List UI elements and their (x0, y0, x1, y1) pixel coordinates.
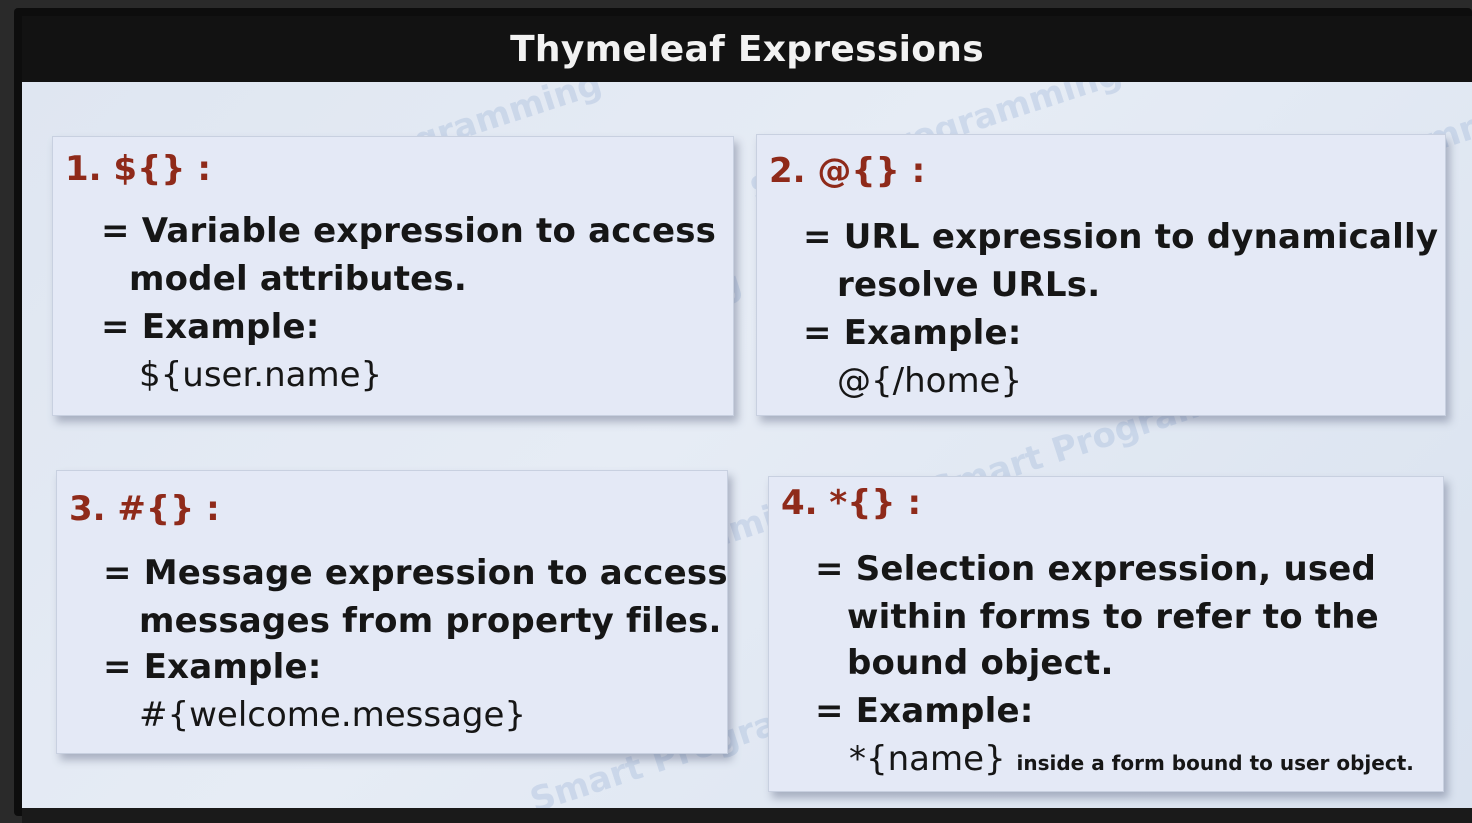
bottom-strip (22, 808, 1472, 823)
example-label: = Example: (101, 307, 320, 347)
card-selection-expression: 4. *{} : = Selection expression, used wi… (768, 476, 1444, 792)
card-description: within forms to refer to the (847, 597, 1379, 637)
card-description: bound object. (847, 643, 1114, 683)
example-code: ${user.name} (139, 355, 383, 395)
example-note: inside a form bound to user object. (1016, 751, 1414, 775)
card-variable-expression: 1. ${} : = Variable expression to access… (52, 136, 734, 416)
card-url-expression: 2. @{} : = URL expression to dynamically… (756, 134, 1446, 416)
example-code: @{/home} (837, 361, 1023, 401)
card-description: = Selection expression, used (815, 549, 1377, 589)
card-heading: 2. @{} : (769, 151, 926, 191)
example-label: = Example: (103, 647, 322, 687)
card-message-expression: 3. #{} : = Message expression to access … (56, 470, 728, 754)
example-code: #{welcome.message} (139, 695, 527, 735)
title-bar: Thymeleaf Expressions (22, 16, 1472, 82)
card-description: = Message expression to access (103, 553, 728, 593)
card-description: = URL expression to dynamically (803, 217, 1439, 257)
example-line: *{name} inside a form bound to user obje… (849, 739, 1414, 779)
example-label: = Example: (803, 313, 1022, 353)
card-description: = Variable expression to access (101, 211, 717, 251)
card-description: model attributes. (129, 259, 467, 299)
slide-title: Thymeleaf Expressions (510, 28, 984, 70)
card-description: messages from property files. (139, 601, 722, 641)
example-code: *{name} (849, 739, 1006, 779)
card-heading: 3. #{} : (69, 489, 220, 529)
slide-body: Smart Programming Smart Programming Smar… (22, 82, 1472, 808)
card-heading: 1. ${} : (65, 149, 211, 189)
card-description: resolve URLs. (837, 265, 1101, 305)
example-label: = Example: (815, 691, 1034, 731)
card-heading: 4. *{} : (781, 483, 922, 523)
